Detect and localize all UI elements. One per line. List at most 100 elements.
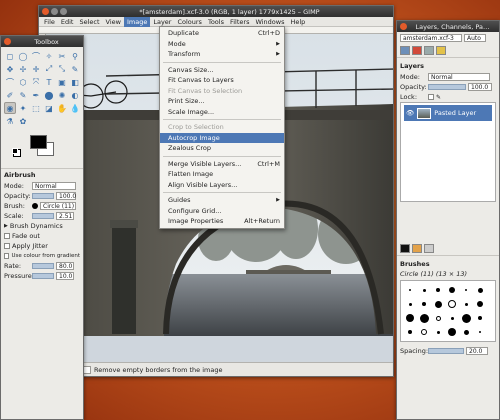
brush-preset-icon[interactable] [474, 312, 486, 324]
tool-icon[interactable]: ◧ [69, 76, 81, 88]
brush-preset-icon[interactable] [418, 284, 430, 296]
tool-icon[interactable]: ⤡ [56, 63, 68, 75]
spacing-input[interactable]: 20.0 [466, 347, 488, 355]
brush-preset-icon[interactable] [446, 284, 458, 296]
tab-patterns-icon[interactable] [412, 244, 422, 253]
opacity-input[interactable]: 100.0 [56, 192, 76, 200]
minimize-window-button[interactable] [51, 8, 58, 15]
brush-preset-icon[interactable] [474, 326, 486, 338]
menu-item-duplicate[interactable]: Duplicate Ctrl+D [160, 28, 284, 39]
rate-input[interactable]: 80.0 [56, 262, 74, 270]
brush-preset-icon[interactable] [404, 298, 416, 310]
brush-name-field[interactable]: Circle (11) [40, 202, 76, 210]
brush-preset-icon[interactable] [446, 298, 458, 310]
menu-image[interactable]: Image [123, 16, 151, 27]
menu-colours[interactable]: Colours [174, 17, 204, 27]
brush-preset-icon[interactable] [418, 326, 430, 338]
layer-mode-select[interactable]: Normal [428, 73, 490, 81]
tool-icon[interactable]: ✺ [56, 89, 68, 101]
default-colors-icon[interactable] [12, 148, 18, 154]
tool-icon[interactable]: ✿ [17, 115, 29, 127]
tool-icon[interactable]: ◐ [69, 89, 81, 101]
auto-button[interactable]: Auto [464, 34, 486, 42]
menu-item-align-visible[interactable]: Align Visible Layers... [160, 180, 284, 191]
layer-opacity-slider[interactable] [428, 84, 466, 90]
tool-icon[interactable]: ✂ [56, 50, 68, 62]
tab-channels-icon[interactable] [412, 46, 422, 55]
tool-icon[interactable]: ◻ [4, 50, 16, 62]
lock-pixels-checkbox[interactable] [428, 94, 434, 100]
brush-preset-icon[interactable] [446, 326, 458, 338]
tool-icon[interactable]: ✧ [43, 50, 55, 62]
tool-icon[interactable]: ✋ [56, 102, 68, 114]
menu-item-flatten-image[interactable]: Flatten Image [160, 169, 284, 180]
layer-row-pasted[interactable]: 👁 Pasted Layer [404, 105, 492, 121]
brush-preset-icon[interactable] [446, 312, 458, 324]
tab-undo-icon[interactable] [436, 46, 446, 55]
fade-out-checkbox[interactable] [4, 233, 10, 239]
tab-paths-icon[interactable] [424, 46, 434, 55]
menu-file[interactable]: File [41, 17, 58, 27]
brush-preset-icon[interactable] [460, 326, 472, 338]
tool-icon[interactable]: ⌒ [30, 50, 42, 62]
brush-preset-icon[interactable] [474, 298, 486, 310]
tool-icon[interactable]: ▣ [56, 76, 68, 88]
use-colour-checkbox[interactable] [4, 253, 10, 259]
tool-icon[interactable]: ◯ [17, 50, 29, 62]
tab-gradients-icon[interactable] [424, 244, 434, 253]
menu-item-scale-image[interactable]: Scale Image... [160, 107, 284, 118]
pressure-slider[interactable] [32, 273, 54, 279]
tool-icon[interactable]: ◉ [4, 102, 16, 114]
menu-item-canvas-size[interactable]: Canvas Size... [160, 65, 284, 76]
brush-dynamics-row[interactable]: ▶ Brush Dynamics [1, 221, 83, 231]
brush-preview-icon[interactable] [32, 203, 38, 209]
tool-icon[interactable]: T [43, 76, 55, 88]
menu-item-print-size[interactable]: Print Size... [160, 96, 284, 107]
tool-icon[interactable]: 💧 [69, 102, 81, 114]
menu-select[interactable]: Select [76, 17, 102, 27]
menu-item-guides[interactable]: Guides ▶ [160, 195, 284, 206]
brush-preset-icon[interactable] [432, 312, 444, 324]
menu-item-autocrop-image[interactable]: Autocrop Image [160, 132, 284, 143]
menu-tools[interactable]: Tools [205, 17, 227, 27]
brush-preset-icon[interactable] [432, 284, 444, 296]
menu-item-merge-visible[interactable]: Merge Visible Layers... Ctrl+M [160, 159, 284, 170]
brush-preset-icon[interactable] [460, 312, 472, 324]
brush-preset-icon[interactable] [460, 298, 472, 310]
tool-icon[interactable]: ⬡ [17, 76, 29, 88]
menu-item-zealous-crop[interactable]: Zealous Crop [160, 143, 284, 154]
menu-item-configure-grid[interactable]: Configure Grid... [160, 206, 284, 217]
close-dock-button[interactable] [400, 23, 407, 30]
layer-name[interactable]: Pasted Layer [434, 109, 476, 117]
menu-edit[interactable]: Edit [58, 17, 77, 27]
tool-icon[interactable]: ✥ [4, 63, 16, 75]
menu-windows[interactable]: Windows [252, 17, 287, 27]
close-window-button[interactable] [42, 8, 49, 15]
brush-preset-icon[interactable] [418, 312, 430, 324]
tab-brushes-icon[interactable] [400, 244, 410, 253]
apply-jitter-checkbox[interactable] [4, 243, 10, 249]
mode-select[interactable]: Normal [32, 182, 76, 190]
brush-preset-icon[interactable] [432, 326, 444, 338]
opacity-slider[interactable] [32, 193, 54, 199]
tool-icon[interactable]: ✎ [17, 89, 29, 101]
layer-opacity-input[interactable]: 100.0 [468, 83, 492, 91]
tool-icon[interactable]: ✢ [17, 63, 29, 75]
scale-slider[interactable] [32, 213, 54, 219]
rate-slider[interactable] [32, 263, 54, 269]
tool-icon[interactable]: ⬚ [30, 102, 42, 114]
tool-icon[interactable]: ⚗ [4, 115, 16, 127]
tool-icon[interactable]: ✛ [30, 63, 42, 75]
tab-layers-icon[interactable] [400, 46, 410, 55]
maximize-window-button[interactable] [60, 8, 67, 15]
brush-preset-icon[interactable] [404, 312, 416, 324]
spacing-slider[interactable] [428, 348, 464, 354]
menu-item-transform[interactable]: Transform ▶ [160, 49, 284, 60]
tool-icon[interactable]: ⚲ [69, 50, 81, 62]
menu-help[interactable]: Help [287, 17, 308, 27]
tool-icon[interactable]: ⤢ [43, 63, 55, 75]
tool-icon[interactable]: ✦ [17, 102, 29, 114]
menu-layer[interactable]: Layer [150, 17, 174, 27]
brush-preset-icon[interactable] [432, 298, 444, 310]
menu-filters[interactable]: Filters [227, 17, 252, 27]
